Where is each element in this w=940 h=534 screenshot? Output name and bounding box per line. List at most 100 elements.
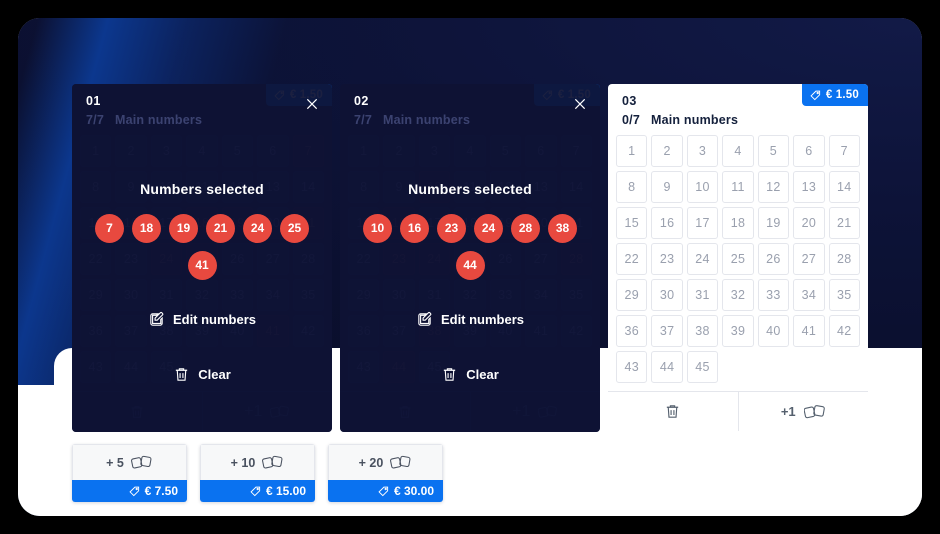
number-cell[interactable]: 28 [828, 243, 860, 275]
number-cell[interactable]: 17 [686, 207, 719, 239]
number-cell[interactable]: 38 [686, 315, 719, 347]
app-screen: € 1.50 01 7/7Main numbers 12345678910111… [18, 18, 922, 516]
number-cell[interactable]: 35 [828, 279, 860, 311]
quick-add-20-top[interactable]: + 20 [328, 444, 443, 480]
number-cell[interactable]: 22 [616, 243, 648, 275]
selected-balls-row: 7 18 19 21 24 25 [95, 213, 309, 243]
trash-icon [667, 405, 679, 418]
number-cell[interactable]: 30 [651, 279, 683, 311]
selected-ball: 21 [206, 213, 235, 243]
number-cell[interactable]: 16 [651, 207, 683, 239]
number-cell[interactable]: 7 [828, 135, 860, 167]
ticket-card-01[interactable]: € 1.50 01 7/7Main numbers 12345678910111… [72, 84, 332, 432]
number-cell[interactable]: 6 [793, 135, 825, 167]
number-cell[interactable]: 34 [793, 279, 825, 311]
tag-icon [810, 90, 820, 100]
clear-overlay-button-02[interactable]: Clear [441, 366, 499, 383]
ticket-card-02[interactable]: € 1.50 02 7/7Main numbers 12345678910111… [340, 84, 600, 432]
tag-icon [378, 486, 389, 496]
quick-add-10[interactable]: + 10 € 15.00 [200, 444, 315, 502]
price-badge-text-03: € 1.50 [825, 89, 859, 101]
number-cell[interactable]: 40 [757, 315, 790, 347]
number-cell[interactable]: 36 [616, 315, 648, 347]
quick-add-10-top[interactable]: + 10 [200, 444, 315, 480]
number-cell[interactable]: 4 [722, 135, 754, 167]
number-cell[interactable]: 37 [651, 315, 683, 347]
edit-numbers-button-02[interactable]: Edit numbers [416, 311, 524, 328]
number-cell[interactable]: 19 [757, 207, 790, 239]
clear-overlay-label-01: Clear [198, 366, 231, 382]
selected-ball: 44 [455, 250, 485, 280]
selected-balls-row: 44 [363, 250, 577, 280]
selected-balls-row: 41 [95, 250, 309, 280]
number-cell[interactable]: 3 [686, 135, 719, 167]
number-cell[interactable]: 27 [793, 243, 825, 275]
selected-ball: 38 [548, 213, 577, 243]
clear-overlay-label-02: Clear [466, 366, 499, 382]
number-cell[interactable]: 41 [793, 315, 825, 347]
overlay-body-01: Numbers selected 7 18 19 21 24 25 41 Edit numb… [72, 135, 332, 432]
quick-add-5[interactable]: + 5 € 7.50 [72, 444, 187, 502]
number-cell[interactable]: 12 [757, 171, 790, 203]
number-cell[interactable]: 25 [722, 243, 754, 275]
trash-icon [176, 367, 188, 381]
selected-balls-row: 10 16 23 24 28 38 [363, 213, 577, 243]
number-cell[interactable]: 1 [616, 135, 648, 167]
overlay-count-01: 7/7 [86, 113, 104, 127]
quick-add-5-top[interactable]: + 5 [72, 444, 187, 480]
overlay-title-01: Numbers selected [140, 180, 264, 197]
close-icon [574, 98, 586, 110]
edit-numbers-label-01: Edit numbers [172, 311, 257, 327]
quick-add-5-price-bar[interactable]: € 7.50 [72, 480, 187, 502]
quick-add-10-price-bar[interactable]: € 15.00 [200, 480, 315, 502]
number-cell[interactable]: 44 [651, 351, 683, 383]
price-badge-03: € 1.50 [801, 84, 868, 106]
edit-numbers-button-01[interactable]: Edit numbers [148, 311, 256, 328]
number-cell[interactable]: 2 [651, 135, 683, 167]
number-cell[interactable]: 42 [828, 315, 860, 347]
number-cell[interactable]: 23 [651, 243, 683, 275]
overlay-body-02: Numbers selected 10 16 23 24 28 38 44 Edit num… [340, 135, 600, 432]
number-cell[interactable]: 8 [616, 171, 648, 203]
number-cell[interactable]: 29 [616, 279, 648, 311]
card-subtitle-03: 0/7 Main numbers [622, 113, 854, 127]
close-button-01[interactable] [304, 96, 320, 112]
number-cell[interactable]: 5 [757, 135, 790, 167]
quick-add-20-price-bar[interactable]: € 30.00 [328, 480, 443, 502]
ticket-card-03[interactable]: € 1.50 03 0/7 Main numbers 1 2 3 4 5 6 7 8 9 10 11 1… [608, 84, 868, 442]
close-button-02[interactable] [572, 96, 588, 112]
number-cell[interactable]: 31 [686, 279, 719, 311]
random-label-03: +1 [780, 404, 796, 419]
number-cell[interactable]: 43 [616, 351, 648, 383]
number-cell[interactable]: 13 [793, 171, 825, 203]
number-cell[interactable]: 21 [828, 207, 860, 239]
clear-overlay-button-01[interactable]: Clear [173, 366, 231, 383]
edit-icon [150, 311, 164, 326]
selected-ball: 24 [474, 213, 503, 243]
overlay-id-02: 02 [354, 94, 369, 108]
number-cell[interactable]: 18 [722, 207, 754, 239]
number-cell[interactable]: 15 [616, 207, 648, 239]
number-cell[interactable]: 26 [757, 243, 790, 275]
dice-icon [390, 455, 411, 469]
number-cell[interactable]: 45 [686, 351, 719, 383]
number-cell[interactable]: 39 [722, 315, 754, 347]
number-cell[interactable]: 10 [686, 171, 719, 203]
clear-button-03[interactable] [608, 392, 738, 431]
number-cell[interactable]: 33 [757, 279, 790, 311]
number-cell[interactable]: 24 [686, 243, 719, 275]
number-cell[interactable]: 9 [651, 171, 683, 203]
number-cell[interactable]: 11 [722, 171, 754, 203]
number-cell[interactable]: 32 [722, 279, 754, 311]
overlay-count-name-02: Main numbers [382, 113, 471, 127]
dice-icon [130, 455, 152, 469]
number-grid-03[interactable]: 1 2 3 4 5 6 7 8 9 10 11 12 13 14 15 16 17 18 19 20 21 22 23 24 2… [608, 135, 868, 383]
quick-add-10-label: + 10 [230, 455, 256, 470]
overlay-id-01: 01 [86, 94, 101, 108]
overlay-subtitle-02: 7/7 Main numbers [354, 113, 586, 127]
number-cell[interactable]: 14 [828, 171, 860, 203]
random-button-03[interactable]: +1 [737, 392, 869, 431]
number-cell[interactable]: 20 [793, 207, 825, 239]
selected-ball: 10 [363, 213, 392, 243]
quick-add-20[interactable]: + 20 € 30.00 [328, 444, 443, 502]
